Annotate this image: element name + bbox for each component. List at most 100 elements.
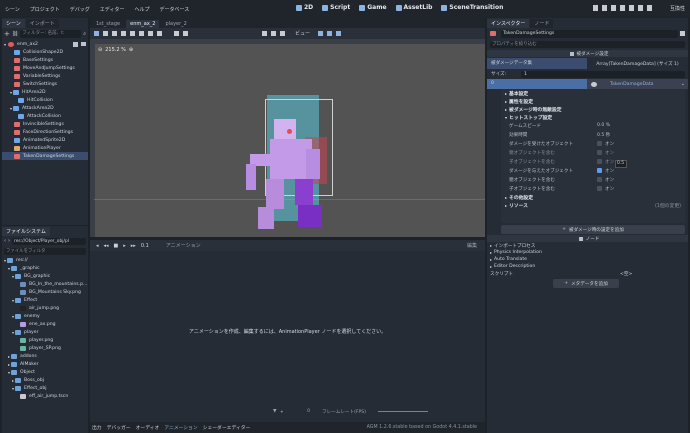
tree-item[interactable]: VariableSettings: [2, 72, 88, 80]
checkbox[interactable]: [597, 186, 602, 191]
file-item[interactable]: player_SP.png: [2, 344, 88, 352]
file-item[interactable]: ▸ Boss_obj: [2, 376, 88, 384]
menu-editor[interactable]: エディター: [95, 6, 130, 13]
file-item[interactable]: BG_Mountains Sky.png: [2, 288, 88, 296]
history-icon[interactable]: [680, 31, 685, 36]
section-invincible[interactable]: ▸ 被ダメージ時の無敵設定: [501, 105, 685, 113]
file-item[interactable]: ▾ player: [2, 328, 88, 336]
play-backward-start-icon[interactable]: ◂◂: [104, 243, 109, 249]
tree-item[interactable]: InvincibleSettings: [2, 120, 88, 128]
renderer-label[interactable]: 互換性: [670, 5, 685, 12]
play-custom-icon[interactable]: [638, 5, 643, 11]
checkbox[interactable]: [597, 159, 602, 164]
select-tool-icon[interactable]: [94, 31, 99, 36]
section-attribute[interactable]: ▸ 属性を設定: [501, 97, 685, 105]
snap-icon[interactable]: [174, 31, 179, 36]
node-name-field[interactable]: TakenDamageSettings: [501, 29, 678, 38]
play-end-icon[interactable]: ▸▸: [131, 243, 136, 249]
filter-icon[interactable]: ▼: [273, 409, 277, 414]
search-icon[interactable]: ⌕: [83, 31, 86, 37]
tab-shader-editor[interactable]: シェーダーエディター: [203, 424, 251, 431]
size-field[interactable]: 1: [521, 70, 685, 78]
node-group-header[interactable]: ノード: [487, 235, 688, 242]
property-filter-input[interactable]: プロパティを絞り込む: [490, 40, 685, 48]
array-value[interactable]: Array[TakenDamageData] (サイズ 1): [587, 61, 688, 67]
canvas-viewport[interactable]: ⊖ 215.2 % ⊕: [90, 39, 485, 237]
pivot-tool-icon[interactable]: [139, 31, 144, 36]
category-description[interactable]: ▸ Editor Description: [487, 263, 688, 270]
visibility-icon[interactable]: [81, 42, 86, 46]
ruler-tool-icon[interactable]: [157, 31, 162, 36]
back-icon[interactable]: ‹: [4, 238, 6, 244]
stop-icon[interactable]: [611, 5, 616, 11]
link-icon[interactable]: ⛓: [12, 31, 18, 37]
tree-item[interactable]: MoveAndJumpSettings: [2, 64, 88, 72]
tab-import[interactable]: インポート: [25, 19, 59, 28]
tree-item[interactable]: BaseSettings: [2, 56, 88, 64]
menu-help[interactable]: ヘルプ: [129, 6, 154, 13]
list-tool-icon[interactable]: [130, 31, 135, 36]
zoom-in-icon[interactable]: ⊕: [129, 47, 133, 53]
tree-item[interactable]: SwitchSettings: [2, 80, 88, 88]
forward-icon[interactable]: ›: [8, 238, 10, 244]
scene-tab-active[interactable]: enm_ax_2: [126, 20, 160, 28]
group-header[interactable]: 被ダメージ設定: [487, 50, 688, 57]
tree-item[interactable]: FaceDirectionSettings: [2, 128, 88, 136]
time-field[interactable]: 0.1: [141, 243, 149, 249]
path-field[interactable]: res://Object/Player_obj/pl: [12, 237, 86, 245]
tree-item-selected[interactable]: TakenDamageSettings: [2, 152, 88, 160]
file-item[interactable]: ▾ Effect_obj: [2, 384, 88, 392]
view-menu[interactable]: ビュー: [295, 30, 310, 37]
scale-tool-icon[interactable]: [121, 31, 126, 36]
tab-scene[interactable]: シーン: [2, 19, 25, 28]
category-physics[interactable]: ▸ Physics Interpolation: [487, 249, 688, 256]
play-scene-icon[interactable]: [629, 5, 634, 11]
zoom-level[interactable]: 215.2 %: [105, 47, 126, 53]
play-icon[interactable]: [593, 5, 598, 11]
tree-item[interactable]: CollisionShape2D: [2, 48, 88, 56]
checkbox[interactable]: [597, 177, 602, 182]
tab-debugger[interactable]: デバッガー: [107, 424, 131, 431]
file-item[interactable]: BG_In_the_mountains.p...: [2, 280, 88, 288]
rotate-tool-icon[interactable]: [112, 31, 117, 36]
fps-label[interactable]: フレームレート(FPS): [322, 409, 366, 415]
play-backward-icon[interactable]: ◂: [96, 243, 99, 249]
tab-filesystem[interactable]: ファイルシステム: [2, 227, 50, 236]
workspace-scene-transition[interactable]: SceneTransition: [441, 4, 503, 11]
pivot-icon[interactable]: [287, 129, 292, 134]
checkbox[interactable]: [597, 141, 602, 146]
zoom-out-icon[interactable]: ⊖: [98, 47, 102, 53]
file-item[interactable]: ▸ addons: [2, 352, 88, 360]
category-import[interactable]: ▸ インポートプロセス: [487, 242, 688, 249]
section-hitstop[interactable]: ▾ ヒットストップ設定: [501, 113, 685, 121]
tab-animation[interactable]: アニメーション: [164, 424, 197, 431]
category-translate[interactable]: ▸ Auto Translate: [487, 256, 688, 263]
stop-anim-icon[interactable]: ■: [114, 243, 119, 249]
file-item[interactable]: ▾ Object: [2, 368, 88, 376]
lock-icon[interactable]: [262, 31, 267, 36]
menu-project[interactable]: プロジェクト: [25, 6, 65, 13]
file-filter-input[interactable]: ファイルをフィルタ: [4, 247, 86, 255]
tree-item[interactable]: HitCollision: [2, 96, 88, 104]
file-item[interactable]: ▾ Effect: [2, 296, 88, 304]
resource-value[interactable]: TakenDamageData: [587, 81, 681, 87]
file-item[interactable]: ▾ enemy: [2, 312, 88, 320]
anchor-icon[interactable]: [336, 31, 342, 36]
file-item[interactable]: ▾ _graphic: [2, 264, 88, 272]
file-item[interactable]: player.png: [2, 336, 88, 344]
tree-root[interactable]: ▾ enm_ax2: [2, 40, 88, 48]
tree-item[interactable]: AnimatedSprite2D: [2, 136, 88, 144]
tree-item[interactable]: AnimationPlayer: [2, 144, 88, 152]
file-item[interactable]: ▾ res://: [2, 256, 88, 264]
anchor-icon[interactable]: [318, 31, 324, 36]
edit-button[interactable]: 編集: [467, 242, 477, 249]
add-damage-setting-button[interactable]: + 被ダメージ時の設定を追加: [501, 225, 685, 234]
tree-item[interactable]: ▾ HitArea2D: [2, 88, 88, 96]
file-item[interactable]: air_jump.png: [2, 304, 88, 312]
dropdown-icon[interactable]: ⌄: [681, 81, 685, 87]
menu-debug[interactable]: デバッグ: [65, 6, 95, 13]
zoom-slider[interactable]: [378, 411, 429, 412]
array-property[interactable]: 被ダメージデータ集 Array[TakenDamageData] (サイズ 1): [487, 58, 688, 69]
array-element-row[interactable]: 0 TakenDamageData ⌄: [487, 79, 688, 89]
section-other[interactable]: ▸ その他設定: [501, 193, 685, 201]
